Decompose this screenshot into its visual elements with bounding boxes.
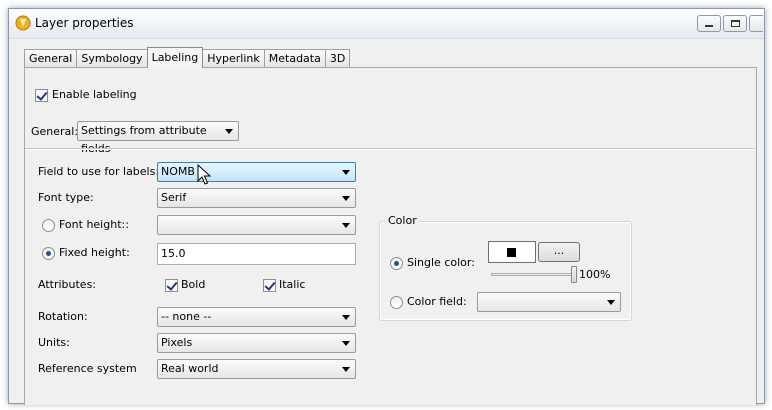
general-select-value: Settings from attribute fields xyxy=(81,124,207,155)
field-select-value: NOMB xyxy=(161,165,195,178)
tab-bar: General Symbology Labeling Hyperlink Met… xyxy=(24,47,351,68)
chevron-down-icon xyxy=(607,300,615,305)
single-color-label: Single color: xyxy=(407,256,475,269)
chevron-down-icon xyxy=(342,341,350,346)
field-label: Field to use for labels: xyxy=(38,165,160,178)
title-bar[interactable]: Layer properties xyxy=(9,9,764,39)
reference-system-label: Reference system xyxy=(38,362,137,375)
app-icon xyxy=(15,15,31,31)
general-select[interactable]: Settings from attribute fields xyxy=(77,121,239,155)
attributes-label: Attributes: xyxy=(38,278,97,291)
choose-color-button[interactable]: ... xyxy=(538,242,580,262)
units-select[interactable]: Pixels xyxy=(157,333,356,353)
rotation-select-value: -- none -- xyxy=(161,310,212,323)
minimize-button[interactable] xyxy=(697,15,721,32)
layer-properties-window: Layer properties General Symbology Label… xyxy=(8,8,765,405)
chevron-down-icon xyxy=(342,315,350,320)
rotation-label: Rotation: xyxy=(38,310,88,323)
color-swatch[interactable] xyxy=(488,241,536,263)
tab-general[interactable]: General xyxy=(24,49,77,68)
maximize-icon xyxy=(730,20,740,27)
divider xyxy=(25,148,756,149)
enable-labeling-checkbox[interactable] xyxy=(35,89,48,102)
close-button[interactable] xyxy=(749,15,763,32)
mouse-cursor-icon xyxy=(197,164,212,185)
chevron-down-icon xyxy=(342,367,350,372)
bold-checkbox[interactable] xyxy=(165,279,178,292)
fixed-height-input[interactable]: 15.0 xyxy=(157,243,356,265)
general-label: General: xyxy=(31,125,79,138)
color-field-select[interactable] xyxy=(477,292,621,312)
opacity-slider-track[interactable] xyxy=(491,273,573,276)
fixed-height-label: Fixed height: xyxy=(59,246,130,259)
chevron-down-icon xyxy=(342,223,350,228)
tab-symbology[interactable]: Symbology xyxy=(76,49,147,68)
font-type-label: Font type: xyxy=(38,191,94,204)
font-type-select[interactable]: Serif xyxy=(157,188,356,208)
opacity-slider-thumb[interactable] xyxy=(571,266,577,283)
labeling-panel: Enable labeling General: Settings from a… xyxy=(24,67,757,405)
tab-metadata[interactable]: Metadata xyxy=(263,49,325,68)
units-select-value: Pixels xyxy=(161,336,193,349)
fixed-height-input-value: 15.0 xyxy=(161,247,186,260)
field-select[interactable]: NOMB xyxy=(157,162,356,182)
font-height-label: Font height:: xyxy=(59,218,129,231)
tab-labeling[interactable]: Labeling xyxy=(146,47,204,68)
color-group-title: Color xyxy=(386,214,419,227)
color-group: Color Single color: ... 100% Color field… xyxy=(379,214,632,321)
opacity-value: 100% xyxy=(579,268,611,281)
tab-hyperlink[interactable]: Hyperlink xyxy=(203,49,264,68)
chevron-down-icon xyxy=(342,196,350,201)
minimize-icon xyxy=(705,25,713,27)
reference-system-select-value: Real world xyxy=(161,362,219,375)
enable-labeling-label: Enable labeling xyxy=(52,88,137,101)
maximize-button[interactable] xyxy=(723,15,747,32)
units-label: Units: xyxy=(38,336,70,349)
chevron-down-icon xyxy=(225,129,233,134)
tab-3d[interactable]: 3D xyxy=(324,49,351,68)
color-swatch-fill xyxy=(507,248,516,257)
font-type-select-value: Serif xyxy=(161,191,187,204)
window-title: Layer properties xyxy=(35,16,134,30)
italic-label: Italic xyxy=(279,278,306,291)
italic-checkbox[interactable] xyxy=(263,279,276,292)
reference-system-select[interactable]: Real world xyxy=(157,359,356,379)
single-color-radio[interactable] xyxy=(390,257,403,270)
font-height-radio[interactable] xyxy=(42,219,55,232)
color-field-radio[interactable] xyxy=(390,296,403,309)
fixed-height-radio[interactable] xyxy=(42,247,55,260)
bold-label: Bold xyxy=(181,278,206,291)
rotation-select[interactable]: -- none -- xyxy=(157,307,356,327)
font-height-select[interactable] xyxy=(157,215,356,235)
chevron-down-icon xyxy=(342,170,350,175)
color-field-label: Color field: xyxy=(407,295,467,308)
